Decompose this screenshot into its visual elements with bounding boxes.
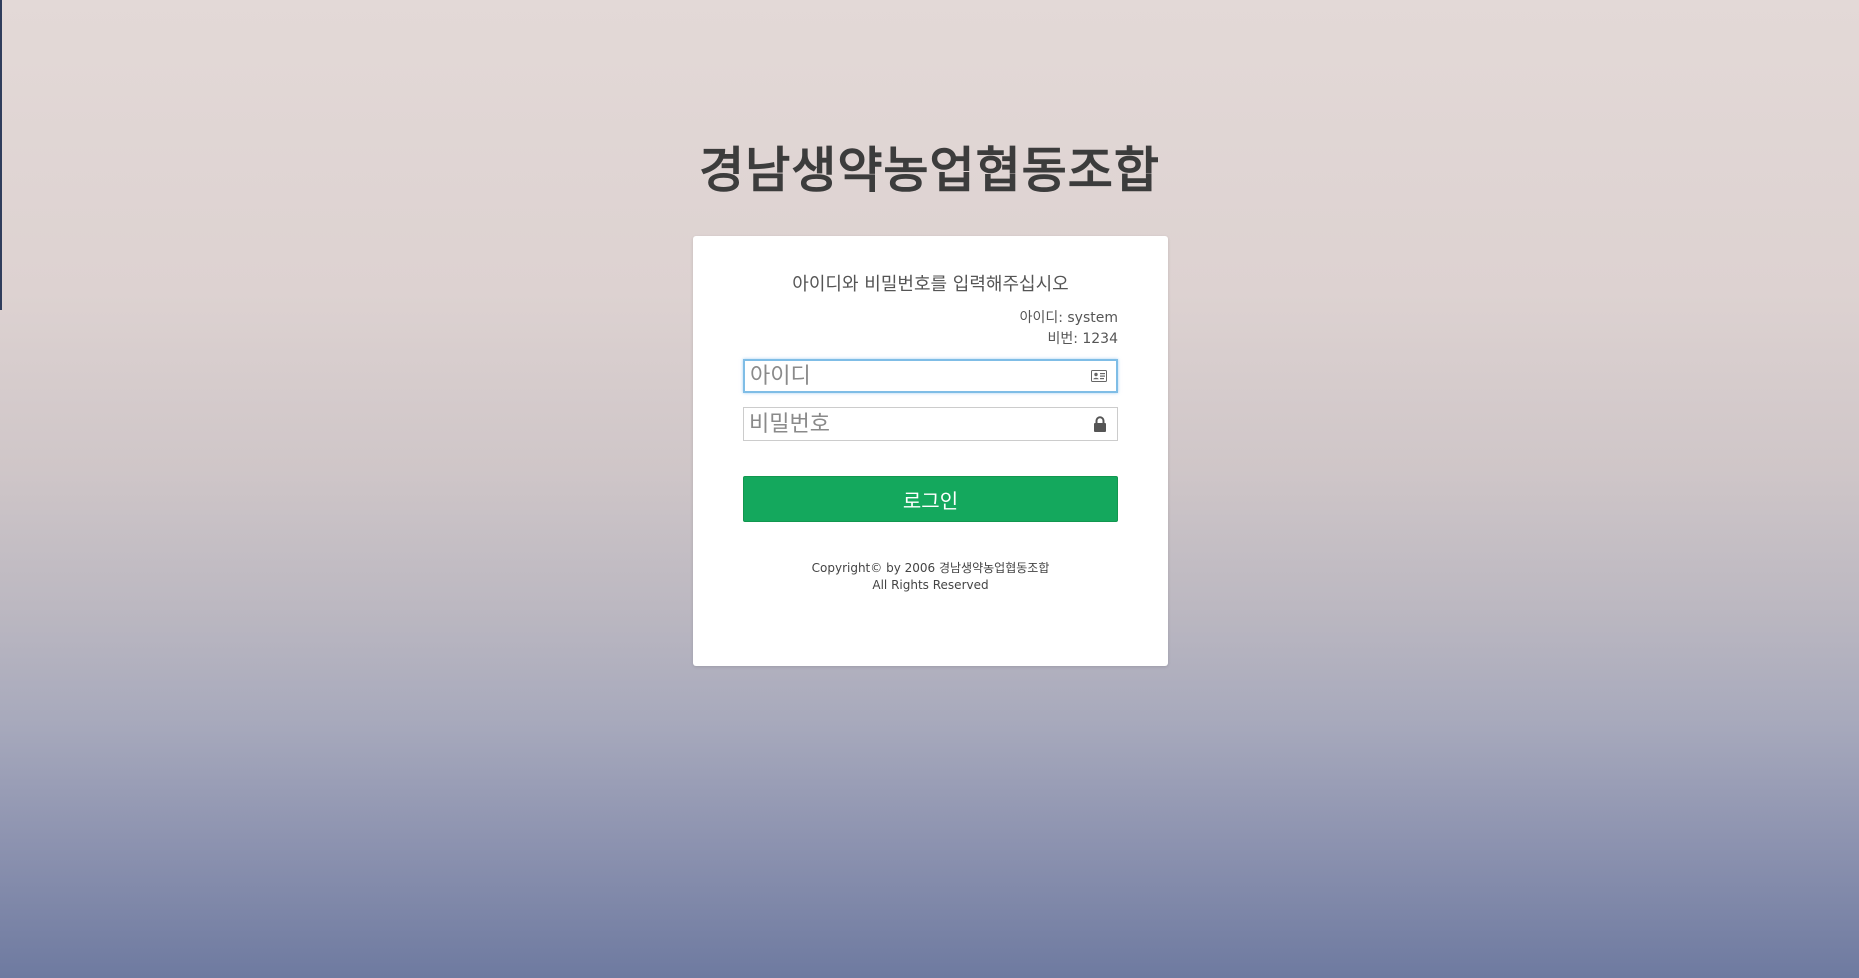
copyright-line-1: Copyright© by 2006 경남생약농업협동조합 (811, 561, 1050, 575)
credential-hint: 아이디: system 비번: 1234 (743, 308, 1118, 350)
username-input[interactable] (745, 361, 1116, 391)
password-field[interactable] (743, 407, 1118, 441)
hint-password-text: 비번: 1234 (1047, 331, 1118, 347)
password-input[interactable] (744, 408, 1117, 440)
login-button[interactable]: 로그인 (743, 476, 1118, 522)
hint-id-text: 아이디: system (1019, 310, 1118, 326)
login-instruction: 아이디와 비밀번호를 입력해주십시오 (792, 274, 1069, 295)
username-field[interactable] (743, 359, 1118, 393)
login-card: 아이디와 비밀번호를 입력해주십시오 아이디: system 비번: 1234 (693, 236, 1168, 666)
lock-icon (1091, 415, 1109, 433)
id-card-icon (1090, 367, 1108, 385)
copyright-line-2: All Rights Reserved (872, 578, 989, 592)
copyright-notice: Copyright© by 2006 경남생약농업협동조합 All Rights… (743, 560, 1118, 594)
page-title: 경남생약농업협동조합 (699, 142, 1160, 199)
